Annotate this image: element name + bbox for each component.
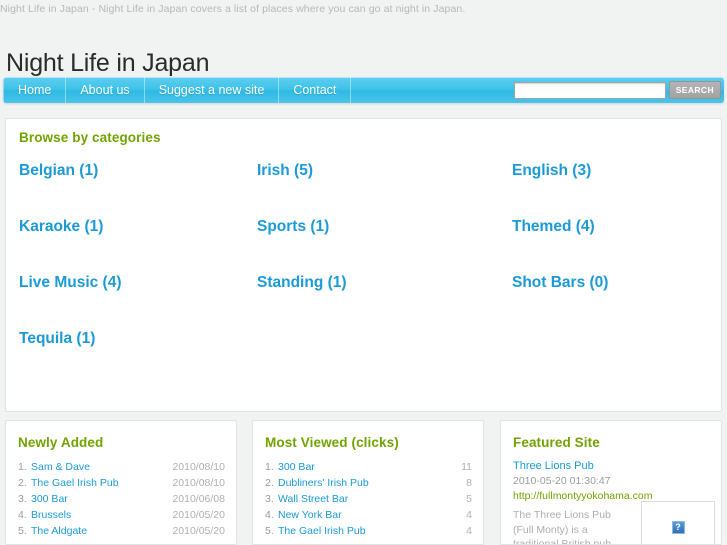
main-navigation-bar: Home About us Suggest a new site Contact… <box>3 77 724 103</box>
list-item: The Aldgate 2010/05/20 <box>18 523 225 539</box>
featured-site-panel: Featured Site Three Lions Pub 2010-05-20… <box>500 420 722 545</box>
category-link-shot-bars[interactable]: Shot Bars (0) <box>501 274 721 292</box>
broken-image-icon: ? <box>671 520 685 534</box>
list-item: The Gael Irish Pub 4 <box>265 523 472 539</box>
most-viewed-link[interactable]: The Gael Irish Pub <box>278 523 366 539</box>
newly-added-link[interactable]: The Gael Irish Pub <box>31 475 119 491</box>
newly-added-date: 2010/08/10 <box>172 461 225 473</box>
most-viewed-clicks: 5 <box>466 493 472 505</box>
most-viewed-clicks: 4 <box>466 509 472 521</box>
browse-by-categories-panel: Browse by categories Belgian (1) Irish (… <box>5 118 722 412</box>
search-form: SEARCH <box>513 77 724 103</box>
category-grid: Belgian (1) Irish (5) English (3) Karaok… <box>6 162 721 348</box>
featured-site-link[interactable]: Three Lions Pub <box>513 459 709 474</box>
category-link-tequila[interactable]: Tequila (1) <box>6 330 249 348</box>
newly-added-date: 2010/06/08 <box>172 493 225 505</box>
category-link-standing[interactable]: Standing (1) <box>249 274 501 292</box>
nav-item-contact[interactable]: Contact <box>279 77 352 103</box>
most-viewed-title: Most Viewed (clicks) <box>265 435 399 450</box>
search-button[interactable]: SEARCH <box>668 81 721 99</box>
featured-site-body: Three Lions Pub 2010-05-20 01:30:47 http… <box>501 450 721 545</box>
most-viewed-link[interactable]: New York Bar <box>278 507 342 523</box>
nav-item-suggest-a-new-site[interactable]: Suggest a new site <box>145 77 280 103</box>
category-link-live-music[interactable]: Live Music (4) <box>6 274 249 292</box>
most-viewed-panel: Most Viewed (clicks) 300 Bar 11 Dubliner… <box>252 420 484 545</box>
categories-panel-title: Browse by categories <box>19 130 161 145</box>
nav-item-home[interactable]: Home <box>3 77 67 103</box>
site-title: Night Life in Japan <box>6 48 210 77</box>
featured-site-description: The Three Lions Pub (Full Monty) is a tr… <box>513 509 612 545</box>
newly-added-date: 2010/05/20 <box>172 525 225 537</box>
featured-site-thumbnail: ? <box>641 501 715 544</box>
newly-added-panel: Newly Added Sam & Dave 2010/08/10 The Ga… <box>5 420 237 545</box>
most-viewed-clicks: 8 <box>466 477 472 489</box>
newly-added-date: 2010/05/20 <box>172 509 225 521</box>
list-item: Dubliners' Irish Pub 8 <box>265 475 472 491</box>
nav-item-about-us[interactable]: About us <box>66 77 145 103</box>
page-tagline: Night Life in Japan - Night Life in Japa… <box>0 3 466 15</box>
list-item: New York Bar 4 <box>265 507 472 523</box>
newly-added-title: Newly Added <box>18 435 104 450</box>
newly-added-link[interactable]: Brussels <box>31 507 71 523</box>
list-item: Brussels 2010/05/20 <box>18 507 225 523</box>
list-item: The Gael Irish Pub 2010/08/10 <box>18 475 225 491</box>
search-input[interactable] <box>513 81 666 99</box>
category-link-belgian[interactable]: Belgian (1) <box>6 162 249 180</box>
list-item: Sam & Dave 2010/08/10 <box>18 459 225 475</box>
list-item: 300 Bar 11 <box>265 459 472 475</box>
most-viewed-clicks: 4 <box>466 525 472 537</box>
category-link-english[interactable]: English (3) <box>501 162 721 180</box>
newly-added-link[interactable]: The Aldgate <box>31 523 87 539</box>
most-viewed-list: 300 Bar 11 Dubliners' Irish Pub 8 Wall S… <box>253 459 483 539</box>
most-viewed-link[interactable]: 300 Bar <box>278 459 315 475</box>
most-viewed-link[interactable]: Dubliners' Irish Pub <box>278 475 369 491</box>
most-viewed-link[interactable]: Wall Street Bar <box>278 491 348 507</box>
most-viewed-clicks: 11 <box>461 461 472 473</box>
newly-added-list: Sam & Dave 2010/08/10 The Gael Irish Pub… <box>6 459 236 539</box>
newly-added-link[interactable]: 300 Bar <box>31 491 68 507</box>
featured-site-title: Featured Site <box>513 435 600 450</box>
list-item: 300 Bar 2010/06/08 <box>18 491 225 507</box>
newly-added-link[interactable]: Sam & Dave <box>31 459 90 475</box>
newly-added-date: 2010/08/10 <box>172 477 225 489</box>
category-link-karaoke[interactable]: Karaoke (1) <box>6 218 249 236</box>
category-link-irish[interactable]: Irish (5) <box>249 162 501 180</box>
page-root: Night Life in Japan - Night Life in Japa… <box>0 0 727 545</box>
featured-site-date: 2010-05-20 01:30:47 <box>513 475 611 487</box>
list-item: Wall Street Bar 5 <box>265 491 472 507</box>
nav-item-list: Home About us Suggest a new site Contact <box>3 77 352 103</box>
category-link-themed[interactable]: Themed (4) <box>501 218 721 236</box>
category-link-sports[interactable]: Sports (1) <box>249 218 501 236</box>
